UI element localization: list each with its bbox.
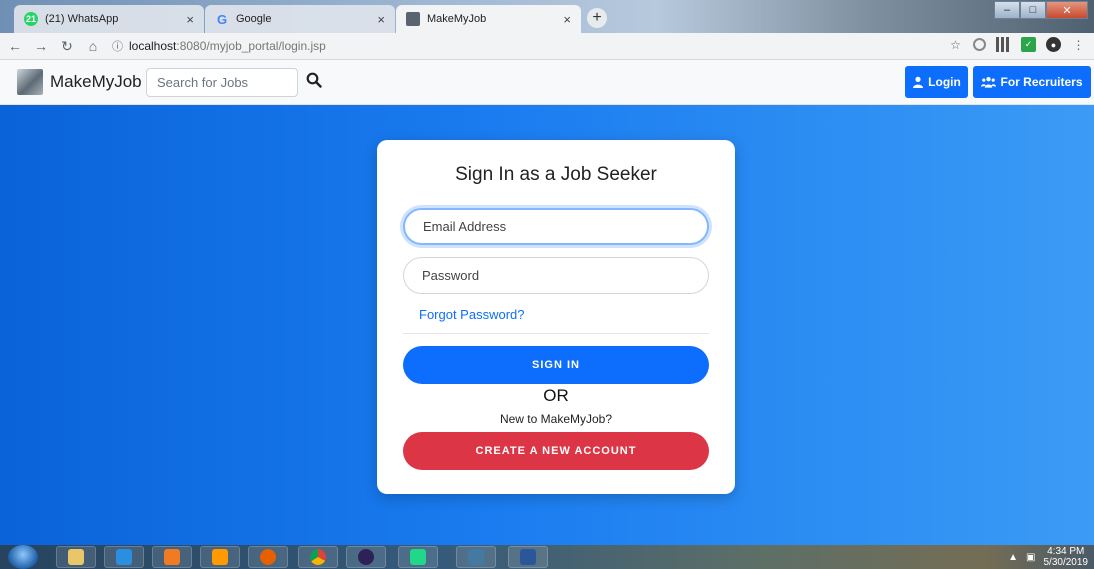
info-icon[interactable]: ⓘ [112, 38, 123, 54]
word-icon [520, 549, 536, 565]
or-separator: OR [543, 386, 569, 405]
url-field[interactable]: ⓘ localhost:8080/myjob_portal/login.jsp [112, 38, 326, 54]
menu-icon[interactable]: ⋮ [1071, 37, 1086, 52]
tab-title: (21) WhatsApp [45, 13, 119, 25]
tab-whatsapp[interactable]: 21 (21) WhatsApp × [14, 5, 204, 33]
close-icon[interactable]: × [377, 12, 385, 27]
extension-icon[interactable] [973, 38, 986, 51]
profile-icon[interactable]: ● [1046, 37, 1061, 52]
close-icon[interactable]: × [563, 12, 571, 27]
tab-title: Google [236, 13, 272, 25]
system-tray: ▲ ▣ 4:34 PM 5/30/2019 [1008, 545, 1088, 569]
users-icon [981, 77, 997, 88]
url-host: localhost [129, 39, 177, 53]
close-window-icon[interactable]: ✕ [1046, 1, 1088, 19]
window-controls: ‒ □ ✕ [994, 1, 1088, 19]
site-navbar: MakeMyJob Login For Recruiters [0, 60, 1094, 105]
taskbar-app-mysql[interactable] [456, 546, 496, 568]
google-icon: G [216, 11, 228, 27]
taskbar-app-sublime[interactable] [200, 546, 240, 568]
whatsapp-icon: 21 [24, 12, 38, 26]
home-icon[interactable]: ⌂ [82, 38, 104, 54]
taskbar-app-pycharm[interactable] [398, 546, 438, 568]
email-field[interactable] [403, 208, 709, 245]
network-icon[interactable]: ▣ [1026, 552, 1035, 563]
password-field[interactable] [403, 257, 709, 294]
taskbar-app-firefox[interactable] [248, 546, 288, 568]
show-hidden-icons-icon[interactable]: ▲ [1008, 552, 1018, 563]
address-bar: ← → ↻ ⌂ ⓘ localhost:8080/myjob_portal/lo… [0, 33, 1094, 60]
new-user-prompt: New to MakeMyJob? [499, 412, 613, 426]
tab-makemyjob[interactable]: MakeMyJob × [396, 5, 581, 33]
login-label: Login [928, 75, 961, 89]
clock[interactable]: 4:34 PM 5/30/2019 [1044, 546, 1089, 568]
brand-name: MakeMyJob [50, 72, 142, 91]
chrome-icon [310, 549, 326, 565]
search-button[interactable] [306, 72, 324, 92]
extension-icon[interactable] [996, 37, 1011, 52]
for-recruiters-label: For Recruiters [1000, 75, 1083, 89]
os-taskbar: ▲ ▣ 4:34 PM 5/30/2019 [0, 545, 1094, 569]
mysql-icon [468, 549, 484, 565]
taskbar-app-outlook[interactable] [152, 546, 192, 568]
sublime-icon [212, 549, 228, 565]
login-title: Sign In as a Job Seeker [455, 164, 657, 185]
search-icon [306, 72, 322, 88]
makemyjob-favicon [406, 12, 420, 26]
sign-in-button[interactable]: SIGN IN [403, 346, 709, 384]
divider [403, 333, 709, 334]
folder-icon [68, 549, 84, 565]
browser-tab-strip: 21 (21) WhatsApp × G Google × MakeMyJob … [0, 0, 1094, 33]
vscode-icon [116, 549, 132, 565]
close-icon[interactable]: × [186, 12, 194, 27]
minimize-icon[interactable]: ‒ [994, 1, 1020, 19]
extensions-area: ☆ ✓ ● ⋮ [948, 37, 1086, 52]
taskbar-app-explorer[interactable] [56, 546, 96, 568]
search-input[interactable] [146, 68, 298, 97]
create-account-button[interactable]: CREATE A NEW ACCOUNT [403, 432, 709, 470]
reload-icon[interactable]: ↻ [56, 38, 78, 55]
bookmark-star-icon[interactable]: ☆ [948, 37, 963, 52]
for-recruiters-button[interactable]: For Recruiters [973, 66, 1091, 98]
forward-icon[interactable]: → [30, 38, 52, 54]
clock-date: 5/30/2019 [1043, 557, 1089, 568]
pycharm-icon [410, 549, 426, 565]
brand[interactable]: MakeMyJob [17, 69, 142, 95]
taskbar-app-eclipse[interactable] [346, 546, 386, 568]
maximize-icon[interactable]: □ [1020, 1, 1046, 19]
start-button-icon[interactable] [8, 545, 38, 569]
new-tab-button[interactable]: + [587, 8, 607, 28]
back-icon[interactable]: ← [4, 38, 26, 54]
taskbar-app-vscode[interactable] [104, 546, 144, 568]
forgot-password-link[interactable]: Forgot Password? [419, 307, 525, 322]
login-button[interactable]: Login [905, 66, 968, 98]
login-card: Sign In as a Job Seeker Forgot Password?… [377, 140, 735, 494]
url-path: :8080/myjob_portal/login.jsp [176, 39, 326, 53]
taskbar-app-chrome[interactable] [298, 546, 338, 568]
brand-logo-icon [17, 69, 43, 95]
eclipse-icon [358, 549, 374, 565]
outlook-icon [164, 549, 180, 565]
tab-google[interactable]: G Google × [205, 5, 395, 33]
extension-icon[interactable]: ✓ [1021, 37, 1036, 52]
firefox-icon [260, 549, 276, 565]
tab-title: MakeMyJob [427, 13, 487, 25]
taskbar-app-word[interactable] [508, 546, 548, 568]
user-icon [913, 76, 924, 88]
clock-time: 4:34 PM [1047, 546, 1085, 557]
